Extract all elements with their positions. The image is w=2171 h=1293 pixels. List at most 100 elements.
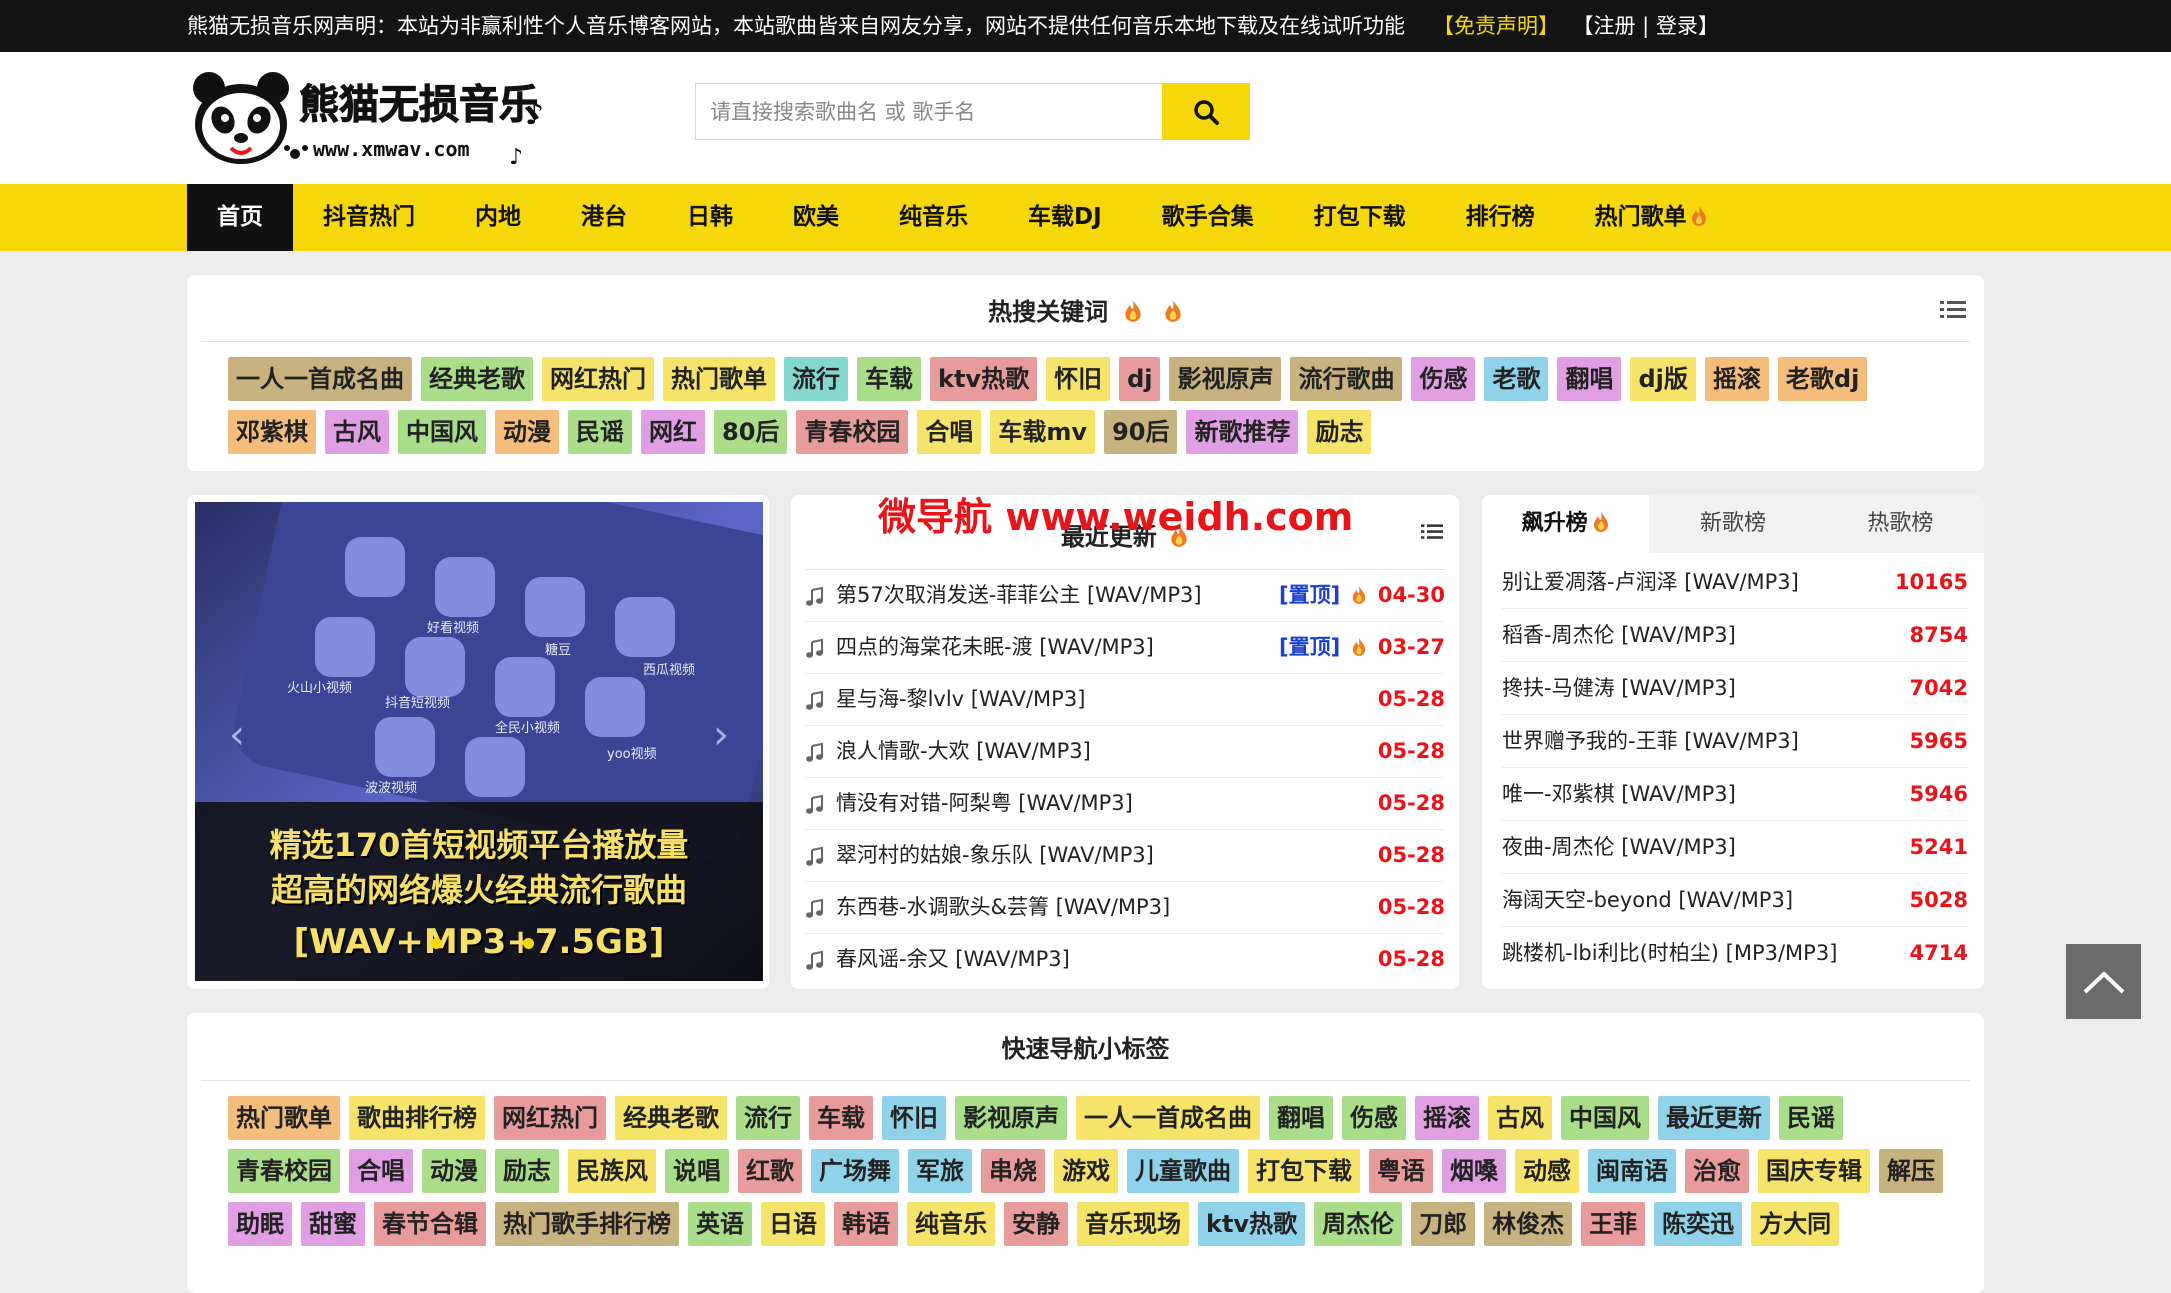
keyword-tag[interactable]: 一人一首成名曲 <box>1076 1096 1260 1140</box>
keyword-tag[interactable]: 车载 <box>857 357 921 401</box>
song-title[interactable]: 别让爱凋落-卢润泽 [WAV/MP3] <box>1502 570 1799 594</box>
keyword-tag[interactable]: 军旅 <box>908 1149 972 1193</box>
keyword-tag[interactable]: 老歌 <box>1484 357 1549 401</box>
song-title[interactable]: 四点的海棠花未眠-渡 [WAV/MP3] <box>836 622 1154 673</box>
keyword-tag[interactable]: 日语 <box>761 1202 825 1246</box>
ranking-item[interactable]: 稻香-周杰伦 [WAV/MP3] 8754 <box>1502 609 1968 662</box>
keyword-tag[interactable]: 网红 <box>641 410 705 454</box>
keyword-tag[interactable]: 新歌推荐 <box>1186 410 1299 454</box>
keyword-tag[interactable]: dj版 <box>1630 357 1696 401</box>
keyword-tag[interactable]: 打包下载 <box>1248 1149 1360 1193</box>
recent-song-item[interactable]: 星与海-黎lvlv [WAV/MP3] 05-28 <box>805 674 1445 726</box>
keyword-tag[interactable]: 歌曲排行榜 <box>349 1096 485 1140</box>
keyword-tag[interactable]: 助眠 <box>228 1202 292 1246</box>
keyword-tag[interactable]: 90后 <box>1104 410 1178 454</box>
keyword-tag[interactable]: 烟嗓 <box>1442 1149 1506 1193</box>
keyword-tag[interactable]: 林俊杰 <box>1484 1202 1573 1246</box>
keyword-tag[interactable]: 周杰伦 <box>1314 1202 1403 1246</box>
keyword-tag[interactable]: 广场舞 <box>811 1149 899 1193</box>
keyword-tag[interactable]: 流行歌曲 <box>1290 357 1403 401</box>
keyword-tag[interactable]: 中国风 <box>1561 1096 1649 1140</box>
song-title[interactable]: 海阔天空-beyond [WAV/MP3] <box>1502 888 1793 912</box>
nav-item-instrumental[interactable]: 纯音乐 <box>869 184 998 251</box>
keyword-tag[interactable]: 王菲 <box>1581 1202 1646 1246</box>
keyword-tag[interactable]: 流行 <box>784 357 848 401</box>
back-to-top-button[interactable] <box>2066 944 2141 1019</box>
ranking-item[interactable]: 世界赠予我的-王菲 [WAV/MP3] 5965 <box>1502 715 1968 768</box>
keyword-tag[interactable]: 治愈 <box>1685 1149 1749 1193</box>
keyword-tag[interactable]: 合唱 <box>917 410 982 454</box>
keyword-tag[interactable]: 车载mv <box>990 410 1096 454</box>
keyword-tag[interactable]: 动漫 <box>422 1149 486 1193</box>
song-title[interactable]: 星与海-黎lvlv [WAV/MP3] <box>836 674 1085 725</box>
keyword-tag[interactable]: dj <box>1119 357 1161 401</box>
nav-item-singer-collection[interactable]: 歌手合集 <box>1132 184 1284 251</box>
song-title[interactable]: 浪人情歌-大欢 [WAV/MP3] <box>836 726 1091 777</box>
list-menu-icon[interactable] <box>1421 522 1443 542</box>
keyword-tag[interactable]: 说唱 <box>665 1149 729 1193</box>
keyword-tag[interactable]: 怀旧 <box>1046 357 1111 401</box>
keyword-tag[interactable]: 青春校园 <box>796 410 909 454</box>
banner-carousel[interactable]: 抖音短视频 火山小视频 好看视频 全民小视频 西瓜视频 yoo视频 糖豆 波波视… <box>195 502 763 981</box>
song-title[interactable]: 搀扶-马健涛 [WAV/MP3] <box>1502 676 1736 700</box>
keyword-tag[interactable]: 青春校园 <box>228 1149 340 1193</box>
tab-hot-songs[interactable]: 热歌榜 <box>1816 495 1984 553</box>
song-title[interactable]: 春风谣-余又 [WAV/MP3] <box>836 934 1070 985</box>
song-title[interactable]: 世界赠予我的-王菲 [WAV/MP3] <box>1502 729 1799 753</box>
keyword-tag[interactable]: 韩语 <box>834 1202 898 1246</box>
keyword-tag[interactable]: 甜蜜 <box>301 1202 365 1246</box>
nav-item-hktw[interactable]: 港台 <box>551 184 657 251</box>
ranking-item[interactable]: 搀扶-马健涛 [WAV/MP3] 7042 <box>1502 662 1968 715</box>
keyword-tag[interactable]: 最近更新 <box>1658 1096 1770 1140</box>
keyword-tag[interactable]: 闽南语 <box>1588 1149 1676 1193</box>
ranking-item[interactable]: 跳楼机-lbi利比(时柏尘) [MP3/MP3] 4714 <box>1502 927 1968 979</box>
nav-item-home[interactable]: 首页 <box>187 184 293 251</box>
keyword-tag[interactable]: 陈奕迅 <box>1654 1202 1743 1246</box>
keyword-tag[interactable]: 英语 <box>688 1202 752 1246</box>
keyword-tag[interactable]: 励志 <box>495 1149 559 1193</box>
tab-new-songs[interactable]: 新歌榜 <box>1649 495 1817 553</box>
keyword-tag[interactable]: 音乐现场 <box>1077 1202 1189 1246</box>
keyword-tag[interactable]: 一人一首成名曲 <box>228 357 412 401</box>
song-title[interactable]: 稻香-周杰伦 [WAV/MP3] <box>1502 623 1736 647</box>
keyword-tag[interactable]: 网红热门 <box>542 357 654 401</box>
recent-song-item[interactable]: 翠河村的姑娘-象乐队 [WAV/MP3] 05-28 <box>805 830 1445 882</box>
song-title[interactable]: 唯一-邓紫棋 [WAV/MP3] <box>1502 782 1736 806</box>
song-title[interactable]: 情没有对错-阿梨粤 [WAV/MP3] <box>836 778 1133 829</box>
keyword-tag[interactable]: 民谣 <box>1779 1096 1843 1140</box>
keyword-tag[interactable]: 热门歌单 <box>228 1096 340 1140</box>
keyword-tag[interactable]: 网红热门 <box>494 1096 606 1140</box>
recent-song-item[interactable]: 情没有对错-阿梨粤 [WAV/MP3] 05-28 <box>805 778 1445 830</box>
keyword-tag[interactable]: 动漫 <box>495 410 559 454</box>
keyword-tag[interactable]: 民谣 <box>568 410 632 454</box>
keyword-tag[interactable]: 摇滚 <box>1415 1096 1479 1140</box>
song-title[interactable]: 翠河村的姑娘-象乐队 [WAV/MP3] <box>836 830 1154 881</box>
keyword-tag[interactable]: 翻唱 <box>1557 357 1622 401</box>
nav-item-hot-playlists[interactable]: 热门歌单 <box>1565 184 1738 251</box>
ranking-item[interactable]: 别让爱凋落-卢润泽 [WAV/MP3] 10165 <box>1502 556 1968 609</box>
keyword-tag[interactable]: 翻唱 <box>1269 1096 1333 1140</box>
carousel-dot[interactable] <box>431 938 442 949</box>
search-input[interactable] <box>695 83 1162 140</box>
nav-item-charts[interactable]: 排行榜 <box>1436 184 1565 251</box>
recent-song-item[interactable]: 第57次取消发送-菲菲公主 [WAV/MP3] [置顶] 04-30 <box>805 570 1445 622</box>
keyword-tag[interactable]: 中国风 <box>398 410 486 454</box>
keyword-tag[interactable]: 动感 <box>1515 1149 1579 1193</box>
keyword-tag[interactable]: 伤感 <box>1411 357 1476 401</box>
keyword-tag[interactable]: 励志 <box>1307 410 1372 454</box>
list-menu-icon[interactable] <box>1940 299 1966 321</box>
keyword-tag[interactable]: 红歌 <box>738 1149 802 1193</box>
song-title[interactable]: 跳楼机-lbi利比(时柏尘) [MP3/MP3] <box>1502 941 1837 965</box>
keyword-tag[interactable]: 方大同 <box>1751 1202 1840 1246</box>
song-title[interactable]: 东西巷-水调歌头&芸箐 [WAV/MP3] <box>836 882 1170 933</box>
recent-song-item[interactable]: 东西巷-水调歌头&芸箐 [WAV/MP3] 05-28 <box>805 882 1445 934</box>
keyword-tag[interactable]: 古风 <box>325 410 389 454</box>
recent-song-item[interactable]: 浪人情歌-大欢 [WAV/MP3] 05-28 <box>805 726 1445 778</box>
keyword-tag[interactable]: 合唱 <box>349 1149 413 1193</box>
carousel-dot[interactable] <box>523 938 534 949</box>
keyword-tag[interactable]: 民族风 <box>568 1149 656 1193</box>
keyword-tag[interactable]: 影视原声 <box>955 1096 1067 1140</box>
ranking-item[interactable]: 海阔天空-beyond [WAV/MP3] 5028 <box>1502 874 1968 927</box>
keyword-tag[interactable]: 刀郎 <box>1411 1202 1476 1246</box>
keyword-tag[interactable]: 伤感 <box>1342 1096 1406 1140</box>
